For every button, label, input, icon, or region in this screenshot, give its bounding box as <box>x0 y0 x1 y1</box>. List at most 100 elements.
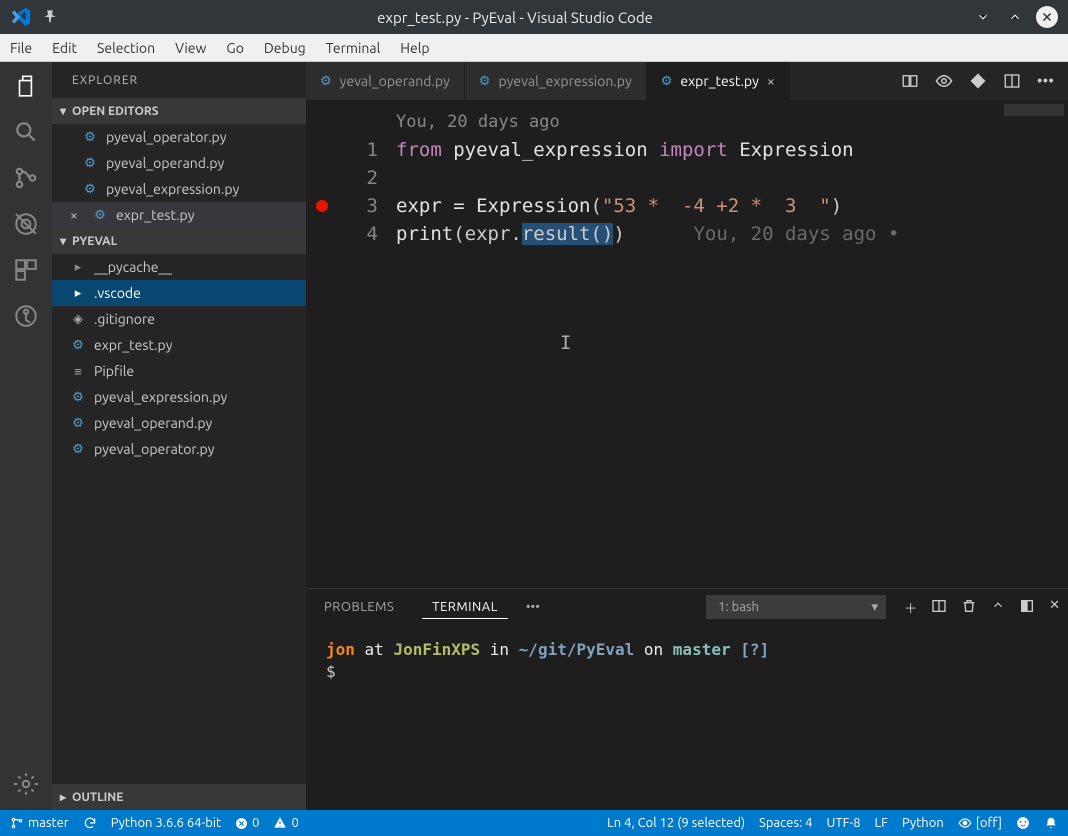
close-icon[interactable] <box>1036 6 1058 28</box>
python-icon: ⚙ <box>70 416 86 431</box>
outline-section[interactable]: ▸ OUTLINE <box>52 784 306 810</box>
tree-folder-selected[interactable]: ▸.vscode <box>52 280 306 306</box>
chevron-up-icon[interactable] <box>991 598 1005 617</box>
tree-file[interactable]: ⚙pyeval_expression.py <box>52 384 306 410</box>
panel-tab-terminal[interactable]: TERMINAL <box>422 596 508 619</box>
editor-area: ⚙yeval_operand.py ⚙pyeval_expression.py … <box>306 62 1068 810</box>
status-feedback-icon[interactable] <box>1016 816 1030 830</box>
status-warnings[interactable]: 0 <box>273 816 298 830</box>
tree-folder[interactable]: ▸__pycache__ <box>52 254 306 280</box>
editor-tab-active[interactable]: ⚙expr_test.py× <box>647 62 790 100</box>
extensions-icon[interactable] <box>12 256 40 284</box>
error-count: 0 <box>252 816 259 830</box>
file-label: Pipfile <box>94 363 134 379</box>
chevron-down-icon: ▾ <box>60 104 66 118</box>
status-bell-icon[interactable] <box>1044 816 1058 830</box>
prompt-flag: [?] <box>740 640 769 659</box>
minimap[interactable] <box>1004 104 1064 116</box>
file-label: pyeval_operator.py <box>106 129 226 145</box>
status-sync-icon[interactable] <box>83 816 97 830</box>
editor-tab[interactable]: ⚙yeval_operand.py <box>306 62 465 100</box>
tree-file[interactable]: ⚙pyeval_operator.py <box>52 436 306 462</box>
editor-tab[interactable]: ⚙pyeval_expression.py <box>465 62 647 100</box>
outline-label: OUTLINE <box>72 791 123 804</box>
gitlens-inline-blame: You, 20 days ago • <box>693 223 899 245</box>
source-control-icon[interactable] <box>12 164 40 192</box>
status-cursor[interactable]: Ln 4, Col 12 (9 selected) <box>607 816 745 830</box>
pin-icon[interactable] <box>42 9 58 25</box>
python-icon: ⚙ <box>70 338 86 353</box>
menu-debug[interactable]: Debug <box>254 40 316 56</box>
explorer-header: EXPLORER <box>52 62 306 98</box>
open-editor-item-active[interactable]: ×⚙expr_test.py <box>52 202 306 228</box>
new-terminal-icon[interactable]: ＋ <box>904 598 917 617</box>
open-editor-item[interactable]: ⚙pyeval_expression.py <box>52 176 306 202</box>
explorer-panel: EXPLORER ▾ OPEN EDITORS ⚙pyeval_operator… <box>52 62 306 810</box>
text-cursor-icon: I <box>560 332 571 354</box>
status-language[interactable]: Python <box>902 816 944 830</box>
search-icon[interactable] <box>12 118 40 146</box>
prompt-symbol: $ <box>326 662 336 681</box>
file-label: pyeval_expression.py <box>106 181 239 197</box>
status-spaces[interactable]: Spaces: 4 <box>759 816 812 830</box>
menu-terminal[interactable]: Terminal <box>316 40 391 56</box>
breakpoint-icon[interactable] <box>316 200 328 212</box>
menu-edit[interactable]: Edit <box>42 40 87 56</box>
debug-icon[interactable] <box>12 210 40 238</box>
menu-view[interactable]: View <box>165 40 216 56</box>
menu-help[interactable]: Help <box>390 40 439 56</box>
status-errors[interactable]: 0 <box>235 816 259 830</box>
activity-bar <box>0 62 52 810</box>
explorer-icon[interactable] <box>12 72 40 100</box>
trash-icon[interactable] <box>961 598 977 617</box>
status-encoding[interactable]: UTF-8 <box>826 816 860 830</box>
gitlens-icon[interactable] <box>12 302 40 330</box>
open-editors-section[interactable]: ▾ OPEN EDITORS <box>52 98 306 124</box>
minimize-icon[interactable] <box>972 6 994 28</box>
status-python[interactable]: Python 3.6.6 64-bit <box>111 816 221 830</box>
terminal[interactable]: jon at JonFinXPS in ~/git/PyEval on mast… <box>306 625 1068 810</box>
diff-icon[interactable] <box>969 72 987 90</box>
tree-file[interactable]: ⚙pyeval_operand.py <box>52 410 306 436</box>
title-bar: expr_test.py - PyEval - Visual Studio Co… <box>0 0 1068 34</box>
prompt-on: on <box>634 640 673 659</box>
menu-go[interactable]: Go <box>216 40 253 56</box>
more-icon[interactable]: ••• <box>1037 72 1054 90</box>
line-number: 2 <box>306 164 378 192</box>
compare-icon[interactable] <box>901 72 919 90</box>
maximize-icon[interactable] <box>1004 6 1026 28</box>
tree-file[interactable]: ≡ Pipfile <box>52 358 306 384</box>
status-live[interactable]: [off] <box>958 816 1002 830</box>
folder-label: .vscode <box>94 285 141 301</box>
terminal-dropdown[interactable]: 1: bash▾ <box>706 595 886 619</box>
status-eol[interactable]: LF <box>875 816 888 830</box>
vscode-logo-icon <box>10 6 32 28</box>
tree-file[interactable]: ◈.gitignore <box>52 306 306 332</box>
dropdown-label: 1: bash <box>718 600 759 614</box>
code-editor[interactable]: . 1 2 3 4 You, 20 days agofrom pyeval_ex… <box>306 100 1068 588</box>
python-icon: ⚙ <box>82 156 98 171</box>
menu-file[interactable]: File <box>0 40 42 56</box>
gear-icon[interactable] <box>12 770 40 798</box>
window-title: expr_test.py - PyEval - Visual Studio Co… <box>58 9 972 26</box>
split-icon[interactable] <box>1003 72 1021 90</box>
panel-more-icon[interactable]: ••• <box>526 600 540 614</box>
open-editor-item[interactable]: ⚙pyeval_operator.py <box>52 124 306 150</box>
file-label: pyeval_operator.py <box>94 441 214 457</box>
text-icon: ≡ <box>70 364 86 379</box>
open-editor-item[interactable]: ⚙pyeval_operand.py <box>52 150 306 176</box>
workspace-section[interactable]: ▾ PYEVAL <box>52 228 306 254</box>
tree-file[interactable]: ⚙expr_test.py <box>52 332 306 358</box>
maximize-panel-icon[interactable] <box>1019 598 1035 617</box>
live-label: [off] <box>976 816 1002 830</box>
menu-selection[interactable]: Selection <box>87 40 165 56</box>
folder-label: __pycache__ <box>94 259 172 275</box>
close-panel-icon[interactable]: ✕ <box>1049 598 1060 617</box>
toggle-icon[interactable] <box>935 72 953 90</box>
panel-tab-problems[interactable]: PROBLEMS <box>314 596 404 618</box>
split-terminal-icon[interactable] <box>931 598 947 617</box>
close-icon[interactable]: × <box>70 207 84 223</box>
close-icon[interactable]: × <box>767 73 775 89</box>
status-branch[interactable]: master <box>10 816 69 830</box>
code-content[interactable]: You, 20 days agofrom pyeval_expression i… <box>396 100 899 588</box>
